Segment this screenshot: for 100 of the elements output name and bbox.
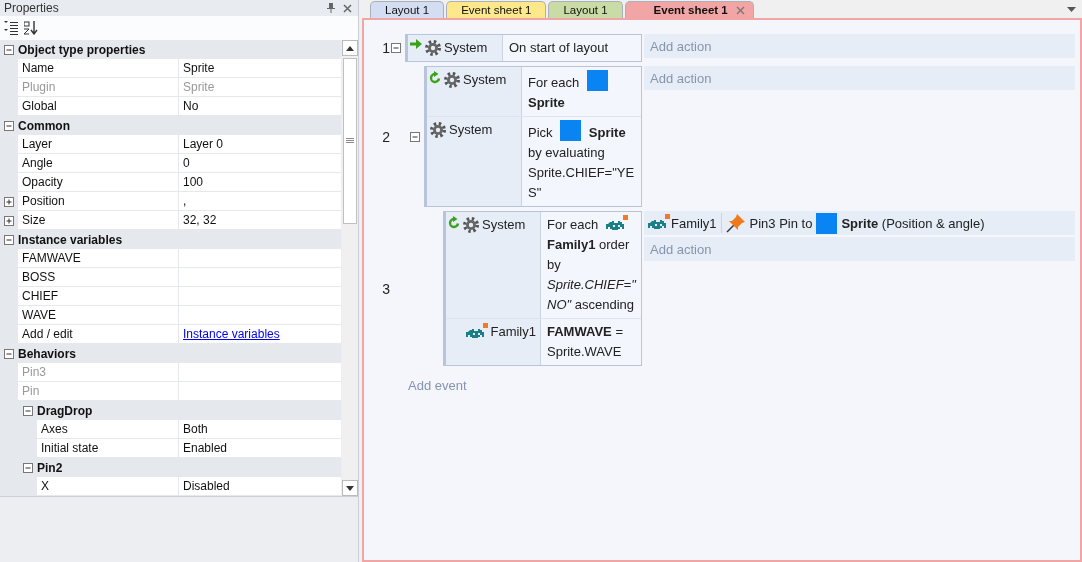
object-name: System (482, 216, 526, 234)
property-name: FAMWAVE (18, 249, 178, 268)
panel-title: Properties (4, 1, 60, 15)
property-name: Initial state (37, 439, 178, 458)
sort-icon[interactable] (24, 21, 38, 35)
condition-text: For each (547, 217, 599, 232)
property-name: Opacity (18, 173, 178, 192)
property-value[interactable]: Sprite (179, 59, 341, 78)
condition-block[interactable]: System On start of layout (405, 34, 642, 62)
property-name: Plugin (18, 78, 178, 97)
tab[interactable]: Layout 1 (548, 1, 623, 18)
property-link[interactable]: Instance variables (183, 327, 280, 341)
condition-text: by evaluating Sprite.CHIEF="YES" (528, 144, 636, 202)
category-label: DragDrop (37, 403, 93, 418)
loop-icon (429, 71, 441, 84)
event-number: 2 (381, 128, 390, 145)
square-icon (586, 70, 608, 91)
gear-icon (462, 216, 480, 234)
property-name: Name (18, 59, 178, 78)
property-name: Pin (18, 382, 178, 401)
scroll-down-button[interactable] (342, 480, 358, 496)
scrollbar-thumb[interactable] (343, 58, 357, 224)
action-row[interactable]: Family1 Pin3 Pin to Sprite (Position & angle) (644, 211, 1075, 235)
arrow-icon (410, 39, 422, 49)
action-text: Pin3 Pin to (749, 215, 813, 231)
category-label: Pin2 (37, 460, 63, 475)
property-name: Angle (18, 154, 178, 173)
action-text: Sprite (Position & angle) (841, 215, 985, 231)
condition-text: Sprite (528, 94, 566, 112)
collapse-icon[interactable] (391, 43, 401, 53)
property-name: CHIEF (18, 287, 178, 306)
value-cell[interactable] (179, 382, 341, 401)
gear-icon (429, 121, 447, 139)
condition-block[interactable]: System For each Family1 order by Sprite.CHIEF="NO" ascending Family1 FAMWAVE = Sprite.WAVE (443, 211, 642, 366)
loop-icon (448, 216, 460, 229)
collapse-icon[interactable] (4, 44, 14, 55)
property-value[interactable]: , (179, 192, 341, 211)
pin-icon[interactable] (327, 3, 335, 13)
collapse-icon[interactable] (4, 234, 14, 245)
property-value[interactable]: 32, 32 (179, 211, 341, 230)
value-cell[interactable] (179, 249, 341, 268)
value-cell[interactable] (179, 268, 341, 287)
grip-icon (346, 138, 354, 144)
collapse-icon[interactable] (410, 131, 420, 142)
property-name: Add / edit (18, 325, 178, 344)
collapse-icon[interactable] (4, 348, 14, 359)
condition-text: On start of layout (509, 40, 608, 55)
property-value[interactable]: No (179, 97, 341, 116)
object-name: Family1 (490, 323, 536, 341)
property-name: Layer (18, 135, 178, 154)
condition-text: For each (528, 75, 580, 90)
collapse-icon[interactable] (23, 462, 33, 473)
object-name: Family1 (671, 215, 717, 231)
expand-icon[interactable] (4, 196, 14, 207)
category-label: Behaviors (18, 346, 77, 361)
gear-icon (424, 39, 442, 57)
property-value[interactable]: Both (179, 420, 341, 439)
value-cell[interactable] (179, 363, 341, 382)
value-cell[interactable] (179, 287, 341, 306)
condition-text: FAMWAVE = Sprite.WAVE (547, 323, 624, 361)
property-name: WAVE (18, 306, 178, 325)
collapse-icon[interactable] (23, 405, 33, 416)
condition-text: Family1 order by Sprite.CHIEF="NO" ascending (547, 236, 637, 314)
category-label: Instance variables (18, 232, 123, 247)
property-value[interactable]: 100 (179, 173, 341, 192)
up-arrow-icon (346, 45, 354, 51)
invader-icon (605, 215, 628, 233)
value-cell[interactable] (179, 306, 341, 325)
square-icon (816, 212, 838, 234)
property-name: Axes (37, 420, 178, 439)
category-label: Common (18, 118, 70, 133)
categorized-icon[interactable] (4, 21, 18, 35)
gear-icon (443, 71, 461, 89)
property-name: X (37, 477, 178, 496)
caret-icon[interactable] (1067, 6, 1076, 12)
event-number: 3 (381, 280, 390, 297)
object-name: System (463, 71, 507, 89)
tab[interactable]: Layout 1 (370, 1, 445, 18)
collapse-icon[interactable] (4, 120, 14, 131)
property-value[interactable]: Disabled (179, 477, 341, 496)
condition-text: Pick (528, 125, 553, 140)
close-icon[interactable] (343, 3, 352, 13)
condition-block[interactable]: System For each Sprite System Pick Sprite by evaluating Sprite.CHIEF="YES" (424, 66, 642, 207)
property-name: Pin3 (18, 363, 178, 382)
property-name: BOSS (18, 268, 178, 287)
property-value[interactable]: Enabled (179, 439, 341, 458)
square-icon (560, 120, 582, 141)
property-value[interactable]: 0 (179, 154, 341, 173)
property-name: Position (18, 192, 178, 211)
invader-icon (466, 323, 489, 341)
value-cell[interactable]: Instance variables (179, 325, 341, 344)
property-value[interactable]: Layer 0 (179, 135, 341, 154)
close-icon[interactable] (735, 5, 745, 15)
tab[interactable]: Event sheet 1 (624, 1, 754, 18)
object-name: System (449, 121, 493, 139)
property-name: Size (18, 211, 178, 230)
tab[interactable]: Event sheet 1 (446, 1, 547, 18)
expand-icon[interactable] (4, 215, 14, 226)
down-arrow-icon (346, 485, 354, 491)
scroll-up-button[interactable] (342, 40, 358, 56)
